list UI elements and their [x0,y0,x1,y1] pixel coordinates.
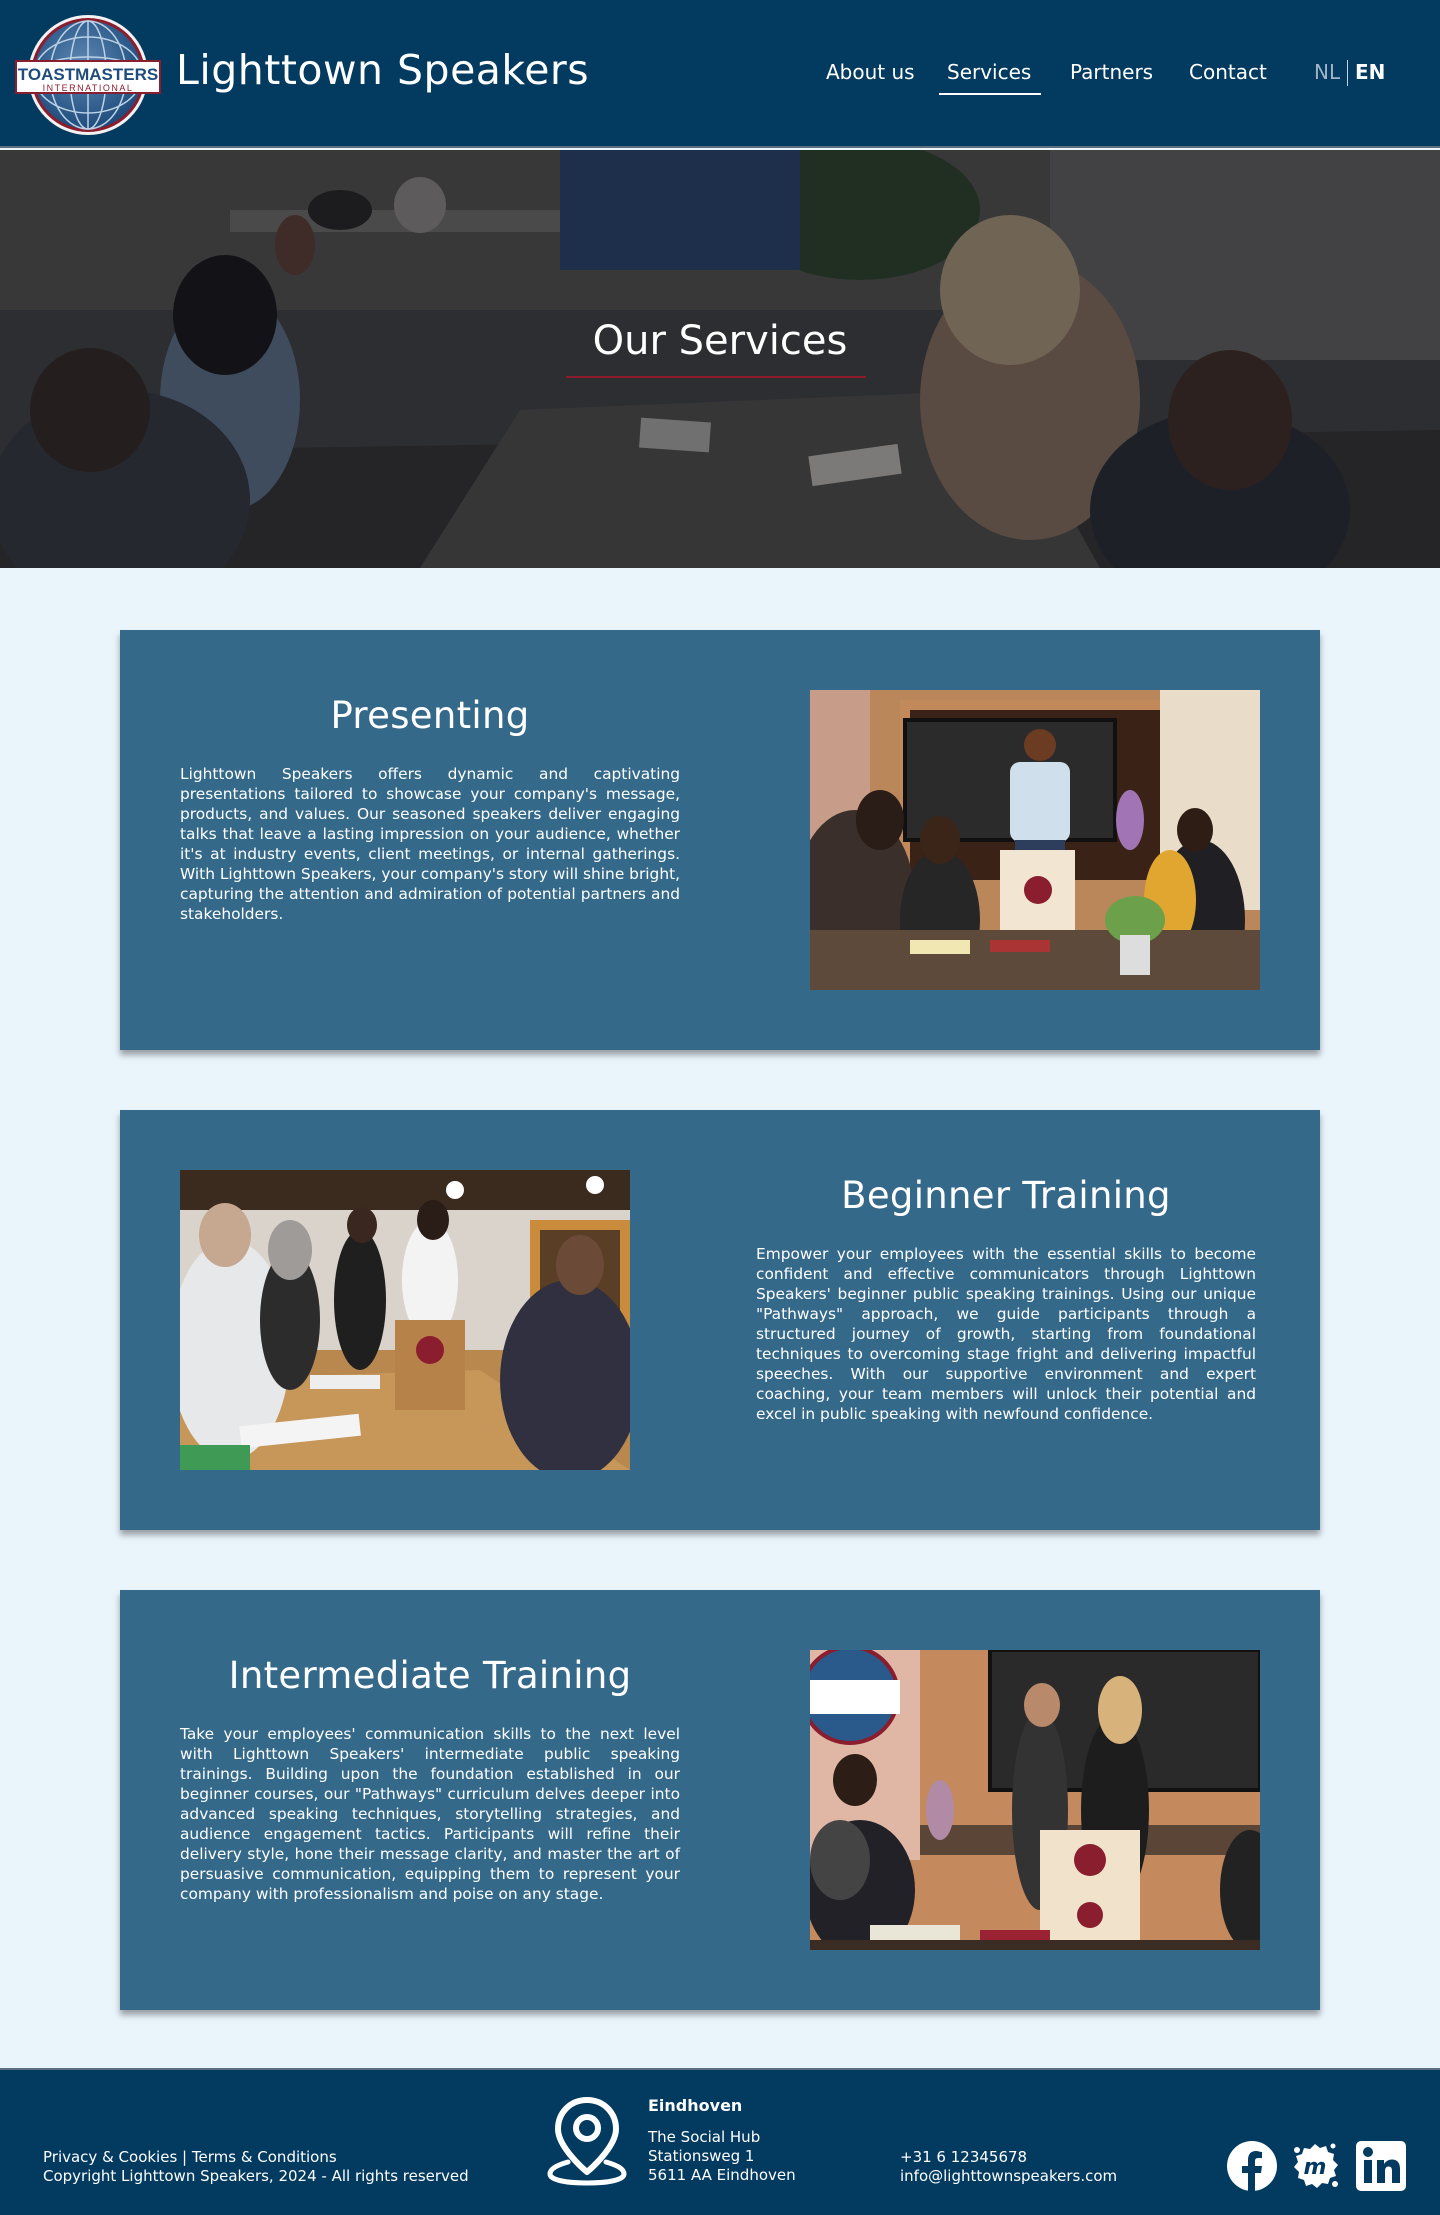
svg-text:m: m [1304,2155,1327,2180]
title-underline [566,376,866,378]
site-header: TOASTMASTERS INTERNATIONAL Lighttown Spe… [0,0,1440,148]
footer-legal: Privacy & Cookies | Terms & Conditions C… [43,2148,469,2186]
lang-switch-en[interactable]: EN [1355,60,1385,84]
lang-switch-nl[interactable]: NL [1314,60,1340,84]
service-image-presenting [810,690,1260,990]
footer-city: Eindhoven [648,2096,743,2115]
hero-banner: Our Services [0,150,1440,568]
site-brand-title[interactable]: Lighttown Speakers [176,46,589,94]
nav-partners[interactable]: Partners [1070,60,1153,84]
meetup-icon[interactable]: m [1289,2140,1341,2192]
lang-divider [1347,60,1348,86]
toastmasters-logo[interactable]: TOASTMASTERS INTERNATIONAL [14,14,162,136]
link-separator: | [177,2148,192,2166]
nav-active-indicator [939,93,1041,95]
copyright-text: Copyright Lighttown Speakers, 2024 - All… [43,2167,469,2185]
service-card-beginner-training: Beginner Training Empower your employees… [120,1110,1320,1530]
nav-services[interactable]: Services [947,60,1031,84]
service-title: Intermediate Training [228,1654,632,1697]
nav-contact[interactable]: Contact [1189,60,1267,84]
footer-contact: +31 6 12345678 info@lighttownspeakers.co… [900,2148,1117,2186]
service-description: Empower your employees with the essentia… [756,1245,1256,1423]
service-image-intermediate-training [810,1650,1260,1950]
privacy-link[interactable]: Privacy & Cookies [43,2148,177,2166]
nav-about-us[interactable]: About us [826,60,915,84]
service-image-beginner-training [180,1170,630,1470]
logo-text-sub: INTERNATIONAL [43,83,134,93]
phone-link[interactable]: +31 6 12345678 [900,2148,1117,2167]
address-line: The Social Hub [648,2128,761,2146]
address-line: Stationsweg 1 [648,2147,755,2165]
linkedin-icon[interactable] [1355,2140,1407,2192]
logo-text-main: TOASTMASTERS [18,65,158,84]
service-title: Presenting [330,694,530,737]
service-card-intermediate-training: Intermediate Training Take your employee… [120,1590,1320,2010]
page-title: Our Services [592,318,848,364]
address-line: 5611 AA Eindhoven [648,2166,796,2184]
email-link[interactable]: info@lighttownspeakers.com [900,2167,1117,2186]
site-footer: Privacy & Cookies | Terms & Conditions C… [0,2068,1440,2215]
service-description: Lighttown Speakers offers dynamic and ca… [180,765,680,923]
footer-address: The Social Hub Stationsweg 1 5611 AA Ein… [648,2128,796,2185]
terms-link[interactable]: Terms & Conditions [192,2148,337,2166]
facebook-icon[interactable] [1226,2140,1278,2192]
service-card-presenting: Presenting Lighttown Speakers offers dyn… [120,630,1320,1050]
service-title: Beginner Training [841,1174,1171,1217]
service-description: Take your employees' communication skill… [180,1725,680,1903]
location-pin-icon [544,2094,630,2188]
